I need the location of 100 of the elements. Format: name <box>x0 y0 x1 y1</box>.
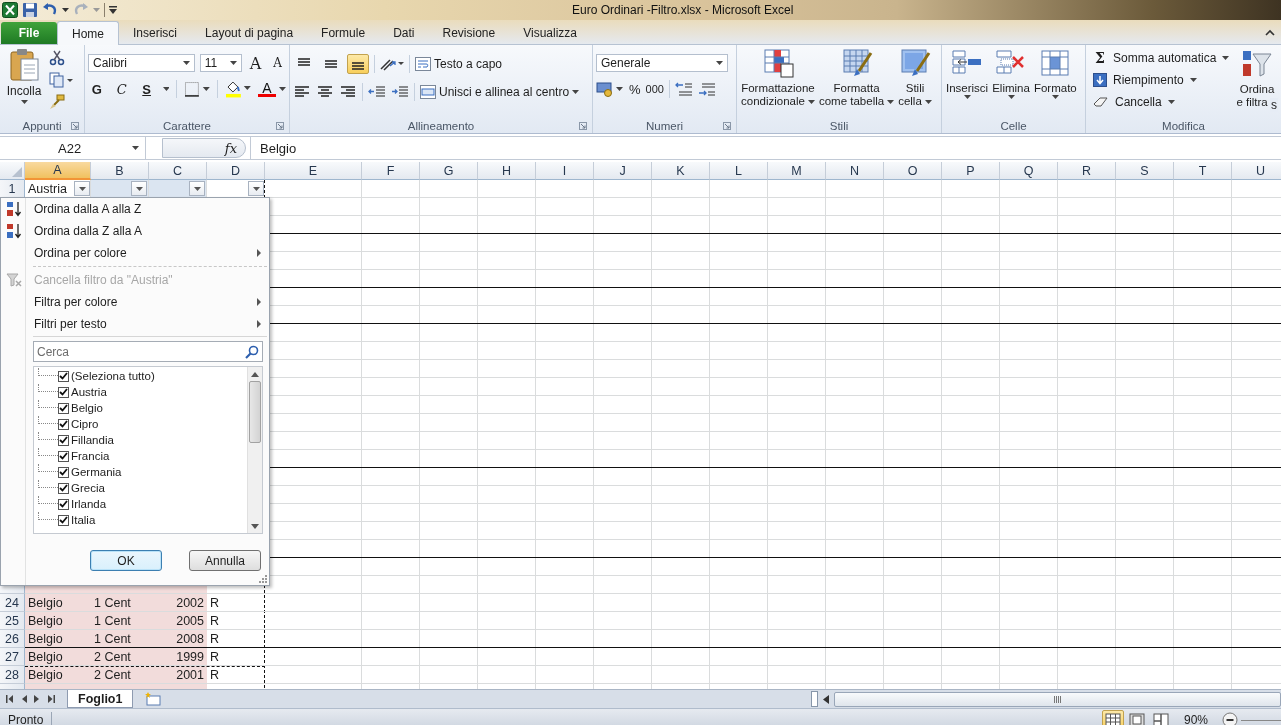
currency-icon[interactable] <box>596 81 624 97</box>
ribbon-tab[interactable]: Formule <box>307 22 380 44</box>
view-button[interactable] <box>1101 710 1124 725</box>
filter-dropdown-button[interactable] <box>74 181 90 196</box>
caret-icon[interactable] <box>279 87 286 91</box>
caret-icon[interactable] <box>62 8 69 12</box>
column-header[interactable]: S <box>1116 162 1174 180</box>
dialog-button[interactable]: Annulla <box>189 550 261 571</box>
increase-decimal-icon[interactable] <box>674 81 693 97</box>
column-header[interactable]: O <box>884 162 942 180</box>
first-sheet-icon[interactable] <box>6 695 14 703</box>
column-header[interactable]: C <box>149 162 207 180</box>
dialog-button[interactable]: OK <box>90 550 162 571</box>
ribbon-tab[interactable]: Home <box>57 21 119 45</box>
row-header[interactable]: 24 <box>0 594 25 612</box>
column-header[interactable]: N <box>826 162 884 180</box>
increase-font-button[interactable]: A <box>246 54 264 72</box>
checkbox[interactable] <box>58 482 69 494</box>
paste-button[interactable]: Incolla <box>3 48 45 104</box>
text-orientation-icon[interactable] <box>380 56 404 72</box>
percent-button[interactable]: % <box>629 81 641 97</box>
column-header[interactable]: H <box>478 162 536 180</box>
row-header[interactable]: 27 <box>0 648 25 666</box>
autosum-button[interactable]: Σ Somma automatica <box>1093 48 1230 67</box>
filter-value[interactable]: Italia <box>71 514 96 526</box>
decrease-font-button[interactable]: A <box>268 54 286 72</box>
filter-value[interactable]: Belgio <box>71 402 103 414</box>
align-left-icon[interactable] <box>293 85 311 99</box>
fill-button[interactable]: Riempimento <box>1093 70 1230 89</box>
search-box[interactable]: Cerca <box>33 341 263 362</box>
font-family-dropdown[interactable]: Calibri <box>88 54 195 72</box>
filter-dropdown-button[interactable] <box>248 181 264 196</box>
column-header[interactable]: B <box>91 162 149 180</box>
dialog-launcher-icon[interactable] <box>723 122 731 130</box>
column-header[interactable]: Q <box>1000 162 1058 180</box>
column-header[interactable]: E <box>265 162 362 180</box>
column-header[interactable]: T <box>1174 162 1232 180</box>
find-button[interactable]: s <box>1270 98 1278 112</box>
borders-icon[interactable] <box>184 81 211 97</box>
number-format-dropdown[interactable]: Generale <box>596 54 728 72</box>
column-header[interactable]: K <box>652 162 710 180</box>
merge-center-button[interactable]: Unisci e allinea al centro <box>420 82 580 102</box>
split-handle[interactable] <box>811 691 818 707</box>
name-box[interactable]: A22 <box>0 137 146 159</box>
resize-grip-icon[interactable] <box>259 575 267 583</box>
checkbox[interactable] <box>58 434 69 446</box>
search-icon[interactable] <box>245 344 259 359</box>
column-header[interactable]: D <box>207 162 265 180</box>
thousands-button[interactable]: 000 <box>645 83 664 95</box>
checkbox[interactable] <box>58 514 69 526</box>
checkbox[interactable] <box>58 370 69 382</box>
copy-icon[interactable] <box>49 72 73 88</box>
style-button[interactable]: Formattazione condizionale <box>740 47 816 108</box>
checkbox[interactable] <box>58 450 69 462</box>
filter-dropdown-button[interactable] <box>131 181 147 196</box>
column-header[interactable]: R <box>1058 162 1116 180</box>
clear-button[interactable]: Cancella <box>1093 92 1230 111</box>
filter-value[interactable]: Irlanda <box>71 498 107 510</box>
cells-button[interactable]: Formato <box>1032 47 1078 99</box>
font-size-dropdown[interactable]: 11 <box>199 54 242 72</box>
checkbox[interactable] <box>58 386 69 398</box>
previous-sheet-icon[interactable] <box>21 695 27 703</box>
checkbox[interactable] <box>58 498 69 510</box>
filter-dropdown-button[interactable] <box>189 181 205 196</box>
wrap-text-button[interactable]: Testo a capo <box>415 54 503 74</box>
column-header[interactable]: A <box>25 162 91 180</box>
dialog-launcher-icon[interactable] <box>276 122 284 130</box>
menu-item[interactable]: Ordina dalla A alla Z <box>1 198 269 220</box>
filter-value[interactable]: (Seleziona tutto) <box>71 370 155 382</box>
style-button[interactable]: Formatta come tabella <box>817 47 896 108</box>
formula-field[interactable]: Belgio <box>250 137 1281 159</box>
column-header[interactable]: P <box>942 162 1000 180</box>
ribbon-tab[interactable]: Inserisci <box>119 22 192 44</box>
style-button[interactable]: Stili cella <box>897 47 933 108</box>
ribbon-tab[interactable]: File <box>1 22 57 44</box>
caret-icon[interactable] <box>162 87 170 91</box>
filter-value[interactable]: Germania <box>71 466 122 478</box>
zoom-level[interactable]: 90% <box>1183 713 1208 725</box>
column-header[interactable]: G <box>420 162 478 180</box>
filter-value[interactable]: Austria <box>71 386 107 398</box>
row-header[interactable]: 26 <box>0 630 25 648</box>
italic-button[interactable]: C <box>112 80 131 98</box>
column-header[interactable]: U <box>1232 162 1281 180</box>
menu-item[interactable]: Ordina per colore <box>1 242 269 264</box>
checkbox[interactable] <box>58 418 69 430</box>
decrease-indent-icon[interactable] <box>368 85 386 99</box>
collapse-ribbon-icon[interactable] <box>1265 29 1275 36</box>
search-field[interactable]: Cerca <box>34 343 245 360</box>
scroll-down-icon[interactable] <box>251 524 259 529</box>
next-sheet-icon[interactable] <box>34 695 40 703</box>
vertical-align-button[interactable] <box>347 54 369 74</box>
align-right-icon[interactable] <box>339 85 357 99</box>
format-painter-icon[interactable] <box>49 94 65 110</box>
insert-function-button[interactable]: fx <box>162 138 246 158</box>
customize-toolbar-icon[interactable] <box>109 6 117 14</box>
align-center-icon[interactable] <box>316 85 334 99</box>
filter-value[interactable]: Fillandia <box>71 434 114 446</box>
row-header[interactable]: 28 <box>0 666 25 684</box>
column-header[interactable]: L <box>710 162 768 180</box>
sheet-tab[interactable]: Foglio1 <box>67 690 134 708</box>
